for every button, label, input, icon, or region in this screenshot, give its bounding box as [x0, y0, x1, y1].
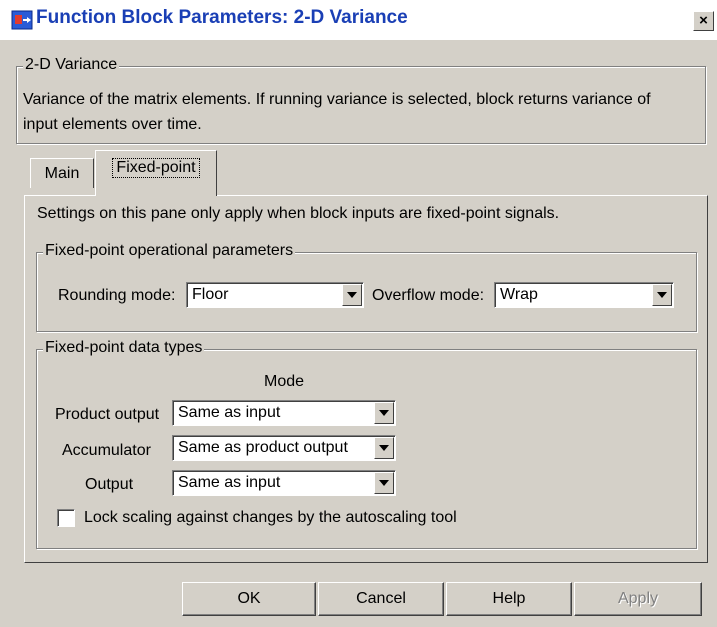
block-description: Variance of the matrix elements. If runn… [23, 91, 651, 133]
cancel-button-label: Cancel [356, 590, 406, 607]
chevron-down-icon[interactable] [342, 284, 362, 306]
tab-main-label: Main [44, 165, 80, 182]
output-select[interactable]: Same as input [172, 470, 396, 496]
chevron-down-icon[interactable] [374, 472, 394, 494]
chevron-down-icon[interactable] [374, 402, 394, 424]
accumulator-select[interactable]: Same as product output [172, 435, 396, 461]
data-types-group-label: Fixed-point data types [43, 339, 205, 357]
chevron-down-icon[interactable] [374, 437, 394, 459]
close-button[interactable]: × [693, 11, 714, 31]
help-button[interactable]: Help [446, 582, 572, 616]
simulink-block-icon [11, 10, 33, 30]
close-icon: × [699, 12, 708, 29]
overflow-mode-select[interactable]: Wrap [494, 282, 674, 308]
block-group-label: 2-D Variance [23, 56, 120, 74]
output-label: Output [85, 476, 134, 493]
rounding-mode-label: Rounding mode: [58, 287, 176, 304]
rounding-mode-value: Floor [192, 286, 229, 303]
ok-button-label: OK [237, 590, 261, 607]
overflow-mode-label: Overflow mode: [372, 287, 485, 304]
cancel-button[interactable]: Cancel [318, 582, 444, 616]
window-title: Function Block Parameters: 2-D Variance [36, 7, 408, 28]
mode-column-header: Mode [264, 373, 305, 390]
accumulator-label: Accumulator [62, 442, 151, 459]
overflow-mode-value: Wrap [500, 286, 538, 303]
tab-main[interactable]: Main [30, 158, 94, 188]
help-button-label: Help [492, 590, 526, 607]
title-bar: Function Block Parameters: 2-D Variance … [0, 0, 717, 40]
product-output-select[interactable]: Same as input [172, 400, 396, 426]
operational-group-label: Fixed-point operational parameters [43, 242, 296, 260]
chevron-down-icon[interactable] [652, 284, 672, 306]
tab-fixed-point[interactable]: Fixed-point [95, 150, 217, 196]
pane-note: Settings on this pane only apply when bl… [37, 205, 560, 222]
lock-scaling-checkbox[interactable] [57, 509, 75, 527]
lock-scaling-label: Lock scaling against changes by the auto… [84, 509, 457, 526]
ok-button[interactable]: OK [182, 582, 316, 616]
tab-fixed-point-label: Fixed-point [112, 158, 200, 178]
apply-button[interactable]: Apply [574, 582, 702, 616]
product-output-value: Same as input [178, 404, 281, 421]
rounding-mode-select[interactable]: Floor [186, 282, 364, 308]
accumulator-value: Same as product output [178, 439, 348, 456]
output-value: Same as input [178, 474, 281, 491]
apply-button-label: Apply [617, 590, 659, 607]
product-output-label: Product output [55, 406, 160, 423]
